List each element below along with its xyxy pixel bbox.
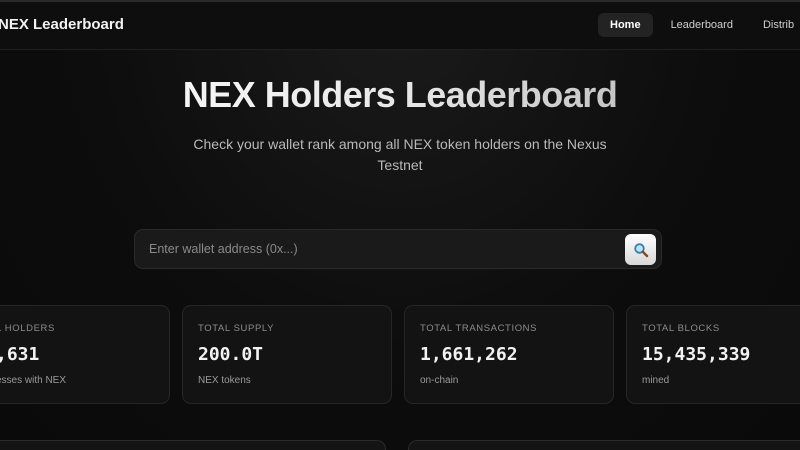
stat-sub: on-chain [420, 375, 459, 386]
stat-card-blocks: TOTAL BLOCKS 15,435,339 mined [626, 305, 800, 404]
stat-label: TOTAL SUPPLY [198, 323, 275, 334]
page-title: NEX Holders Leaderboard [0, 74, 800, 116]
stat-value: 15,435,339 [642, 344, 751, 365]
stat-value: 200.0T [198, 344, 264, 365]
nav-link-leaderboard[interactable]: Leaderboard [659, 13, 745, 37]
stat-sub: NEX tokens [198, 375, 251, 386]
search-icon [633, 242, 648, 257]
stat-label: TOTAL TRANSACTIONS [420, 323, 538, 334]
lower-panel-right [408, 440, 800, 450]
stat-label: L HOLDERS [0, 323, 55, 334]
search-button[interactable] [625, 234, 656, 265]
wallet-address-input[interactable] [149, 230, 619, 268]
wallet-search-bar [134, 229, 662, 269]
stat-card-holders: L HOLDERS ,631 esses with NEX [0, 305, 170, 404]
page: NEX Leaderboard Home Leaderboard Distrib… [0, 0, 800, 450]
stat-value: ,631 [0, 344, 40, 365]
top-nav: NEX Leaderboard Home Leaderboard Distrib [0, 2, 800, 50]
stat-value: 1,661,262 [420, 344, 518, 365]
stat-sub: esses with NEX [0, 375, 67, 386]
nav-link-distribution[interactable]: Distrib [751, 13, 800, 37]
lower-panel-left [0, 440, 386, 450]
brand-logo-text[interactable]: NEX Leaderboard [0, 16, 124, 33]
stat-card-transactions: TOTAL TRANSACTIONS 1,661,262 on-chain [404, 305, 614, 404]
stat-sub: mined [642, 375, 670, 386]
page-subtitle: Check your wallet rank among all NEX tok… [193, 136, 607, 173]
stat-label: TOTAL BLOCKS [642, 323, 720, 334]
nav-link-home[interactable]: Home [598, 13, 653, 37]
nav-links: Home Leaderboard Distrib [598, 13, 800, 37]
stat-card-supply: TOTAL SUPPLY 200.0T NEX tokens [182, 305, 392, 404]
